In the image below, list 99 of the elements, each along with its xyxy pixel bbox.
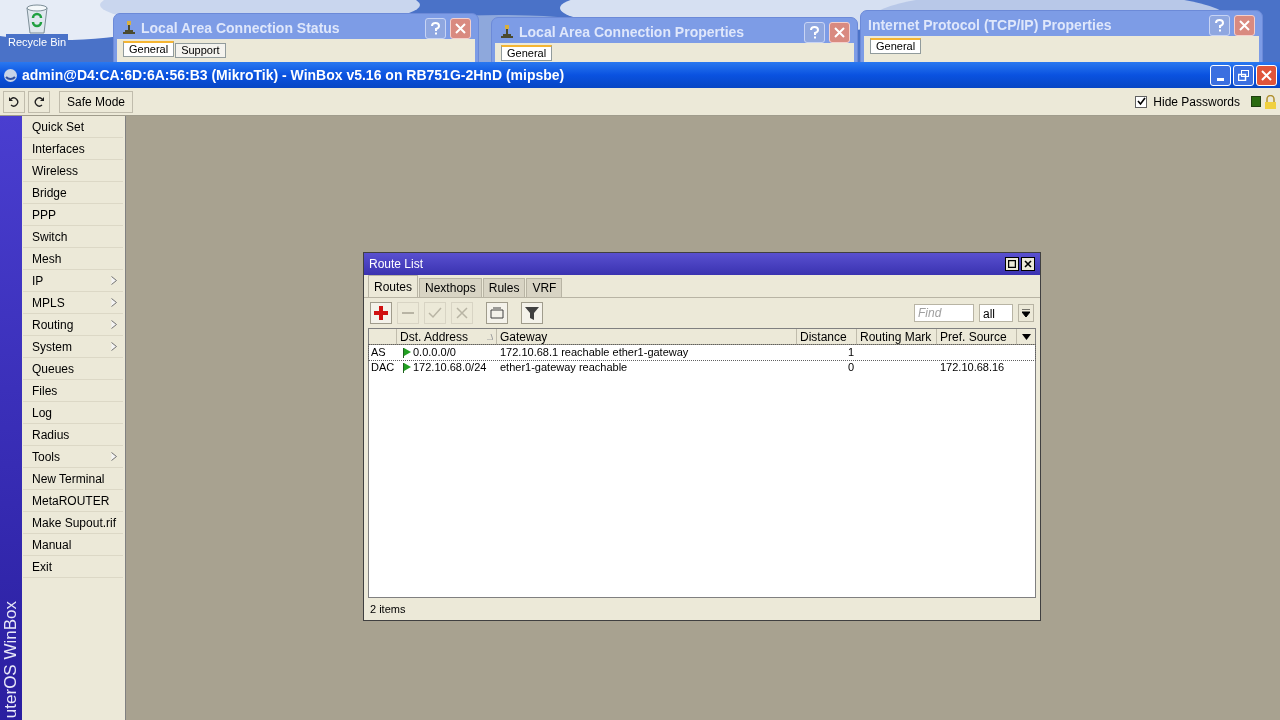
status-indicator bbox=[1251, 96, 1261, 107]
dialog-tab[interactable]: General bbox=[501, 45, 553, 61]
add-button[interactable] bbox=[370, 302, 392, 324]
sidebar-item[interactable]: Mesh bbox=[23, 248, 123, 270]
dropdown-button[interactable] bbox=[1018, 304, 1034, 322]
dialog-title: Internet Protocol (TCP/IP) Properties bbox=[868, 15, 1113, 35]
undo-button[interactable] bbox=[3, 90, 25, 113]
filter-button[interactable] bbox=[521, 302, 543, 324]
table-cell-text: 172.10.68.0/24 bbox=[413, 360, 487, 376]
table-cell-text: 0 bbox=[846, 360, 855, 376]
close-icon bbox=[455, 22, 466, 34]
window-title: Route List bbox=[369, 256, 425, 273]
column-header[interactable]: Pref. Source bbox=[937, 329, 1017, 344]
help-button[interactable] bbox=[425, 17, 446, 39]
app-icon bbox=[3, 67, 18, 83]
table-cell-text: ether1-gateway reachable bbox=[499, 360, 629, 376]
dialog-tab[interactable]: General bbox=[870, 38, 922, 54]
sidebar-item[interactable]: Wireless bbox=[23, 160, 123, 182]
help-icon bbox=[1215, 18, 1224, 32]
close-icon bbox=[834, 26, 845, 38]
safe-mode-button[interactable]: Safe Mode bbox=[59, 90, 134, 113]
column-header[interactable]: Distance bbox=[797, 329, 857, 344]
cross-icon bbox=[454, 305, 470, 321]
dialog-title: Local Area Connection Properties bbox=[519, 22, 746, 42]
close-icon bbox=[1024, 260, 1032, 268]
help-button[interactable] bbox=[804, 21, 825, 43]
table-cell-text: 0.0.0.0/0 bbox=[413, 345, 456, 361]
column-header[interactable]: Gateway bbox=[497, 329, 797, 344]
note-icon bbox=[489, 305, 505, 321]
network-icon bbox=[499, 25, 515, 39]
sidebar-item[interactable]: Queues bbox=[23, 358, 123, 380]
dropdown-arrow-icon bbox=[1022, 309, 1030, 317]
tab[interactable]: VRF bbox=[526, 278, 563, 297]
table-cell-text: 172.10.68.1 reachable ether1-gateway bbox=[499, 345, 690, 361]
filter-icon bbox=[524, 305, 540, 321]
sidebar-item[interactable]: PPP bbox=[23, 204, 123, 226]
dialog-tab[interactable]: General bbox=[123, 41, 175, 57]
close-icon bbox=[1261, 69, 1272, 81]
tab[interactable]: Nexthops bbox=[419, 278, 482, 297]
sidebar-item[interactable]: Routing bbox=[23, 314, 123, 336]
sidebar-item[interactable]: Make Supout.rif bbox=[23, 512, 123, 534]
sidebar-item[interactable]: Switch bbox=[23, 226, 123, 248]
undo-icon bbox=[8, 95, 20, 108]
table-row[interactable]: DAC 172.10.68.0/24 ether1-gateway reachable 0 172.10.68.16 bbox=[369, 360, 1035, 375]
status-text: 2 items bbox=[369, 601, 407, 617]
column-header[interactable]: Dst. Address bbox=[397, 329, 497, 344]
sidebar-item[interactable]: Tools bbox=[23, 446, 123, 468]
minimize-button[interactable] bbox=[1210, 64, 1231, 86]
help-icon bbox=[431, 21, 440, 35]
table-cell-text: DAC bbox=[370, 360, 396, 376]
sidebar-item[interactable]: System bbox=[23, 336, 123, 358]
table-cell-text: AS bbox=[370, 345, 387, 361]
sidebar-item[interactable]: MPLS bbox=[23, 292, 123, 314]
sidebar-item[interactable]: Manual bbox=[23, 534, 123, 556]
check-icon bbox=[427, 305, 443, 321]
sidebar-item[interactable]: IP bbox=[23, 270, 123, 292]
filter-dropdown[interactable]: all bbox=[979, 304, 1013, 322]
help-icon bbox=[810, 25, 819, 39]
restore-button[interactable] bbox=[1233, 64, 1254, 86]
tab[interactable]: Rules bbox=[482, 278, 526, 297]
maximize-button[interactable] bbox=[1005, 257, 1019, 271]
restore-icon bbox=[1238, 69, 1249, 81]
dialog-tab[interactable]: Support bbox=[175, 43, 226, 58]
plus-icon bbox=[373, 305, 389, 321]
window-title: admin@D4:CA:6D:6A:56:B3 (MikroTik) - WinBox v5.16 on RB751G-2HnD (mipsbe) bbox=[22, 65, 566, 85]
comment-button[interactable] bbox=[486, 302, 508, 324]
lock-icon bbox=[1264, 94, 1277, 109]
tab[interactable]: Routes bbox=[368, 275, 419, 297]
sidebar-item[interactable]: Quick Set bbox=[23, 116, 123, 138]
sidebar-item[interactable]: Bridge bbox=[23, 182, 123, 204]
network-icon bbox=[121, 21, 137, 35]
sidebar-item[interactable]: Interfaces bbox=[23, 138, 123, 160]
dialog-title: Local Area Connection Status bbox=[141, 18, 341, 38]
checkbox-label: Hide Passwords bbox=[1153, 93, 1240, 111]
sidebar-item[interactable]: Log bbox=[23, 402, 123, 424]
checkbox[interactable] bbox=[1135, 95, 1148, 108]
close-icon bbox=[1239, 19, 1250, 31]
redo-button[interactable] bbox=[28, 90, 50, 113]
redo-icon bbox=[33, 95, 45, 108]
sidebar-item[interactable]: MetaROUTER bbox=[23, 490, 123, 512]
recycle-bin-icon bbox=[24, 4, 50, 34]
sidebar-item[interactable]: Files bbox=[23, 380, 123, 402]
sidebar-item[interactable]: Radius bbox=[23, 424, 123, 446]
help-button[interactable] bbox=[1209, 14, 1230, 36]
column-menu-icon bbox=[1021, 333, 1031, 340]
column-header[interactable]: Routing Mark bbox=[857, 329, 937, 344]
find-field[interactable]: Find bbox=[914, 304, 974, 322]
check-icon bbox=[1136, 97, 1146, 106]
brand-label: uterOS WinBox bbox=[1, 600, 21, 718]
close-button[interactable] bbox=[1021, 257, 1035, 271]
desktop-icon-label[interactable]: Recycle Bin bbox=[5, 34, 69, 51]
sidebar-item[interactable]: Exit bbox=[23, 556, 123, 578]
table-cell: 172.10.68.16 bbox=[940, 361, 1005, 374]
minimize-icon bbox=[1217, 77, 1224, 81]
sidebar-item[interactable]: New Terminal bbox=[23, 468, 123, 490]
maximize-icon bbox=[1008, 260, 1016, 268]
table-cell-text: 1 bbox=[846, 345, 855, 361]
table-row[interactable]: AS 0.0.0.0/0 172.10.68.1 reachable ether1-gateway 1 bbox=[369, 345, 1035, 360]
minus-icon bbox=[402, 312, 414, 314]
